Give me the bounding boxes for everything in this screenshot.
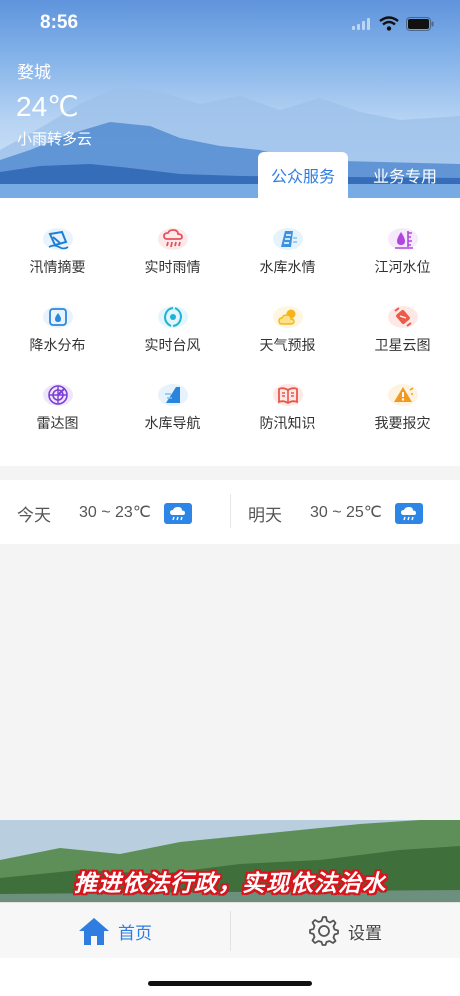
service-label: 水库水情: [259, 260, 316, 276]
forecast-tomorrow-label: 明天: [248, 506, 282, 526]
gear-icon: [309, 916, 339, 946]
service-forecast[interactable]: 天气预报: [230, 276, 345, 354]
service-label: 雷达图: [36, 416, 79, 432]
service-label: 江河水位: [374, 260, 431, 276]
tabbar-settings[interactable]: 设置: [230, 903, 460, 959]
tabbar-home-label: 首页: [118, 923, 152, 944]
slogan-banner[interactable]: 推进依法行政，实现依法治水: [0, 820, 460, 906]
forecast-today-range: 30 ~ 23℃: [79, 504, 151, 521]
navigation-icon: [157, 384, 188, 406]
service-label: 防汛知识: [259, 416, 316, 432]
current-temperature: 24℃: [16, 91, 79, 122]
service-realtime-rain[interactable]: 实时雨情: [115, 198, 230, 276]
rain-icon: [164, 503, 192, 524]
service-label: 汛情摘要: [29, 260, 86, 276]
service-flood-summary[interactable]: 汛情摘要: [0, 198, 115, 276]
status-time: 8:56: [40, 12, 79, 33]
sun-cloud-icon: [272, 306, 303, 328]
service-label: 水库导航: [144, 416, 201, 432]
service-satellite[interactable]: 卫星云图: [345, 276, 460, 354]
service-reservoir-nav[interactable]: 水库导航: [115, 354, 230, 432]
tab-business[interactable]: 业务专用: [360, 152, 450, 198]
warning-icon: [387, 384, 418, 406]
home-indicator: [148, 981, 312, 986]
forecast-divider: [230, 494, 231, 528]
precipitation-map-icon: [42, 306, 73, 328]
bottom-tab-bar: 首页 设置: [0, 902, 460, 958]
service-radar[interactable]: 雷达图: [0, 354, 115, 432]
water-level-icon: [387, 228, 418, 250]
service-label: 天气预报: [259, 338, 316, 354]
battery-icon: [406, 16, 434, 31]
service-label: 降水分布: [29, 338, 86, 354]
reservoir-icon: [272, 228, 303, 250]
forecast-today-label: 今天: [17, 506, 51, 526]
service-label: 我要报灾: [374, 416, 431, 432]
satellite-icon: [387, 306, 418, 328]
service-river-level[interactable]: 江河水位: [345, 198, 460, 276]
service-knowledge[interactable]: 防汛知识: [230, 354, 345, 432]
banner-slogan: 推进依法行政，实现依法治水: [74, 870, 386, 897]
tab-public-service[interactable]: 公众服务: [258, 152, 348, 198]
service-reservoir[interactable]: 水库水情: [230, 198, 345, 276]
typhoon-icon: [157, 306, 188, 328]
forecast-tomorrow-range: 30 ~ 25℃: [310, 504, 382, 521]
rain-cloud-icon: [157, 228, 188, 250]
service-label: 实时台风: [144, 338, 201, 354]
service-precipitation[interactable]: 降水分布: [0, 276, 115, 354]
rain-icon: [395, 503, 423, 524]
service-label: 卫星云图: [374, 338, 431, 354]
service-grid: 汛情摘要 实时雨情 水库水情 江河水位 降水分布 实时台风 天气预报 卫星云图 …: [0, 198, 460, 466]
book-icon: [272, 384, 303, 406]
city-name: 婺城: [17, 63, 51, 83]
forecast-row: 今天 30 ~ 23℃ 明天 30 ~ 25℃: [0, 480, 460, 544]
signal-icon: [352, 17, 370, 30]
service-typhoon[interactable]: 实时台风: [115, 276, 230, 354]
section-divider: [0, 466, 460, 480]
service-report-disaster[interactable]: 我要报灾: [345, 354, 460, 432]
status-bar: 8:56: [0, 0, 460, 50]
flood-summary-icon: [42, 228, 73, 250]
home-icon: [79, 918, 109, 945]
service-label: 实时雨情: [144, 260, 201, 276]
tabbar-home[interactable]: 首页: [0, 903, 230, 959]
weather-description: 小雨转多云: [17, 130, 93, 148]
tabbar-settings-label: 设置: [348, 923, 382, 944]
radar-icon: [42, 384, 73, 406]
weather-header: 8:56 婺城 24℃ 小雨转多云 公众服务 业务专用: [0, 0, 460, 198]
wifi-icon: [379, 16, 399, 31]
content-area: [0, 544, 460, 820]
